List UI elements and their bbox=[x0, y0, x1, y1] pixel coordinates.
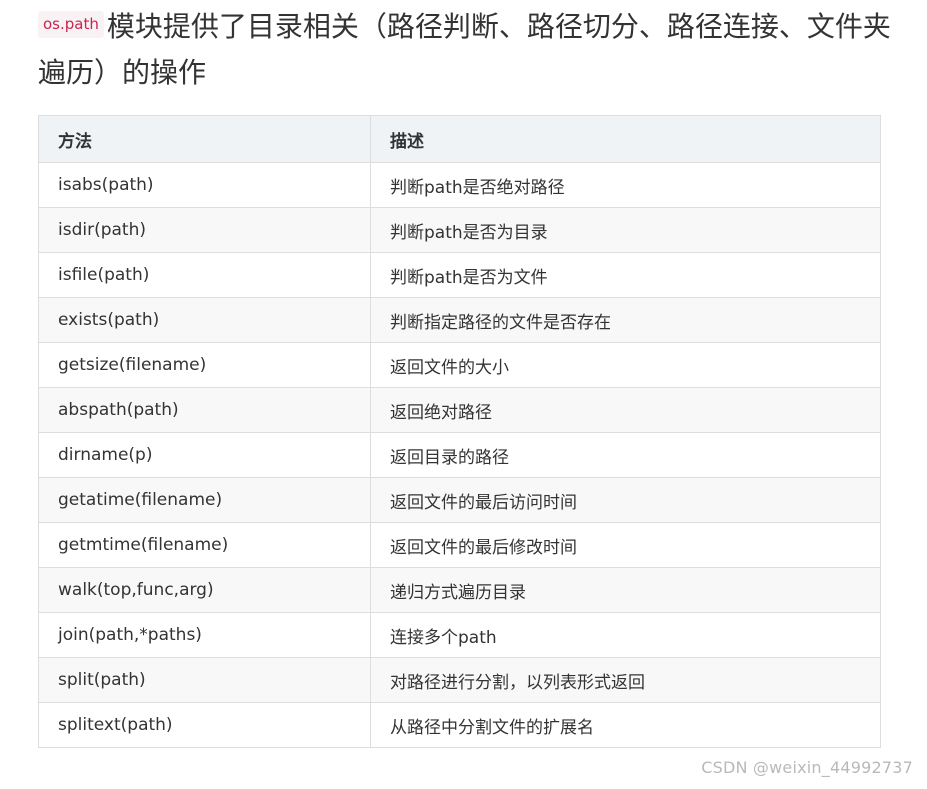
description-cell: 判断path是否为文件 bbox=[370, 252, 881, 298]
method-cell: split(path) bbox=[38, 657, 371, 703]
method-cell: walk(top,func,arg) bbox=[38, 567, 371, 613]
table-row: dirname(p) 返回目录的路径 bbox=[38, 432, 881, 478]
method-cell: getsize(filename) bbox=[38, 342, 371, 388]
description-cell: 对路径进行分割，以列表形式返回 bbox=[370, 657, 881, 703]
table-header-row: 方法 描述 bbox=[38, 115, 881, 163]
method-cell: join(path,*paths) bbox=[38, 612, 371, 658]
method-cell: isabs(path) bbox=[38, 162, 371, 208]
table-row: getsize(filename) 返回文件的大小 bbox=[38, 342, 881, 388]
table-row: split(path) 对路径进行分割，以列表形式返回 bbox=[38, 657, 881, 703]
description-cell: 返回绝对路径 bbox=[370, 387, 881, 433]
method-cell: isfile(path) bbox=[38, 252, 371, 298]
description-cell: 返回文件的最后访问时间 bbox=[370, 477, 881, 523]
table-row: getatime(filename) 返回文件的最后访问时间 bbox=[38, 477, 881, 523]
method-cell: getmtime(filename) bbox=[38, 522, 371, 568]
table-row: splitext(path) 从路径中分割文件的扩展名 bbox=[38, 702, 881, 748]
method-cell: dirname(p) bbox=[38, 432, 371, 478]
method-cell: isdir(path) bbox=[38, 207, 371, 253]
description-cell: 连接多个path bbox=[370, 612, 881, 658]
description-cell: 递归方式遍历目录 bbox=[370, 567, 881, 613]
method-cell: abspath(path) bbox=[38, 387, 371, 433]
table-row: walk(top,func,arg) 递归方式遍历目录 bbox=[38, 567, 881, 613]
description-cell: 返回目录的路径 bbox=[370, 432, 881, 478]
table-row: isfile(path) 判断path是否为文件 bbox=[38, 252, 881, 298]
section-heading: os.path 模块提供了目录相关（路径判断、路径切分、路径连接、文件夹遍历）的操… bbox=[38, 4, 898, 96]
table-row: exists(path) 判断指定路径的文件是否存在 bbox=[38, 297, 881, 343]
description-cell: 判断path是否绝对路径 bbox=[370, 162, 881, 208]
method-cell: getatime(filename) bbox=[38, 477, 371, 523]
heading-text: 模块提供了目录相关（路径判断、路径切分、路径连接、文件夹遍历）的操作 bbox=[38, 10, 891, 89]
description-cell: 判断指定路径的文件是否存在 bbox=[370, 297, 881, 343]
description-cell: 从路径中分割文件的扩展名 bbox=[370, 702, 881, 748]
csdn-watermark: CSDN @weixin_44992737 bbox=[701, 758, 913, 777]
description-cell: 返回文件的最后修改时间 bbox=[370, 522, 881, 568]
methods-table: 方法 描述 isabs(path) 判断path是否绝对路径 isdir(pat… bbox=[38, 115, 881, 748]
table-row: getmtime(filename) 返回文件的最后修改时间 bbox=[38, 522, 881, 568]
table-row: isabs(path) 判断path是否绝对路径 bbox=[38, 162, 881, 208]
method-cell: exists(path) bbox=[38, 297, 371, 343]
header-description: 描述 bbox=[370, 115, 881, 163]
table-row: abspath(path) 返回绝对路径 bbox=[38, 387, 881, 433]
table-row: join(path,*paths) 连接多个path bbox=[38, 612, 881, 658]
header-method: 方法 bbox=[38, 115, 371, 163]
method-cell: splitext(path) bbox=[38, 702, 371, 748]
inline-code-os-path: os.path bbox=[38, 10, 104, 38]
description-cell: 判断path是否为目录 bbox=[370, 207, 881, 253]
description-cell: 返回文件的大小 bbox=[370, 342, 881, 388]
table-row: isdir(path) 判断path是否为目录 bbox=[38, 207, 881, 253]
